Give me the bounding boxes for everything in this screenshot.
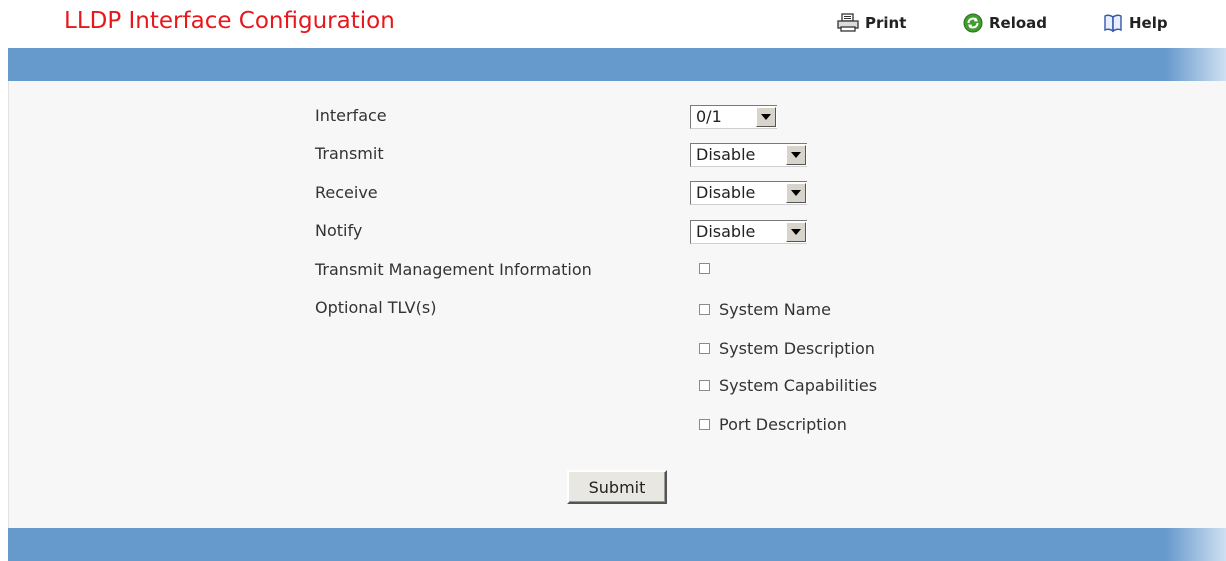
notify-label: Notify xyxy=(315,221,363,240)
chevron-down-icon[interactable] xyxy=(786,222,806,242)
system-name-checkbox[interactable] xyxy=(699,304,710,315)
system-description-label: System Description xyxy=(719,339,875,358)
chevron-down-icon[interactable] xyxy=(756,107,776,127)
system-capabilities-checkbox[interactable] xyxy=(699,380,710,391)
system-description-checkbox[interactable] xyxy=(699,343,710,354)
port-description-label: Port Description xyxy=(719,415,847,434)
transmit-select[interactable]: Disable xyxy=(690,143,807,167)
help-label: Help xyxy=(1129,14,1168,32)
print-button[interactable]: Print xyxy=(837,13,906,33)
chevron-down-icon[interactable] xyxy=(786,145,806,165)
print-label: Print xyxy=(865,14,907,32)
transmit-select-value: Disable xyxy=(696,145,756,164)
form-panel xyxy=(8,81,1226,528)
port-description-checkbox[interactable] xyxy=(699,419,710,430)
mgmt-info-checkbox[interactable] xyxy=(699,263,710,274)
reload-button[interactable]: Reload xyxy=(963,13,1047,33)
receive-select[interactable]: Disable xyxy=(690,181,807,205)
receive-select-value: Disable xyxy=(696,183,756,202)
submit-button[interactable]: Submit xyxy=(567,470,667,504)
notify-select-value: Disable xyxy=(696,222,756,241)
transmit-label: Transmit xyxy=(315,144,384,163)
interface-label: Interface xyxy=(315,106,387,125)
chevron-down-icon[interactable] xyxy=(786,183,806,203)
mgmt-info-label: Transmit Management Information xyxy=(315,260,592,279)
page-title: LLDP Interface Configuration xyxy=(64,8,395,34)
system-capabilities-label: System Capabilities xyxy=(719,376,878,395)
book-icon xyxy=(1103,13,1123,33)
interface-select[interactable]: 0/1 xyxy=(690,105,777,129)
help-button[interactable]: Help xyxy=(1103,13,1168,33)
interface-select-value: 0/1 xyxy=(696,107,722,126)
reload-icon xyxy=(963,13,983,33)
system-name-label: System Name xyxy=(719,300,831,319)
receive-label: Receive xyxy=(315,183,378,202)
footer-bar xyxy=(8,528,1226,561)
header-bar xyxy=(8,48,1226,81)
printer-icon xyxy=(837,13,859,33)
optional-tlv-label: Optional TLV(s) xyxy=(315,298,437,317)
reload-label: Reload xyxy=(989,14,1048,32)
notify-select[interactable]: Disable xyxy=(690,220,807,244)
